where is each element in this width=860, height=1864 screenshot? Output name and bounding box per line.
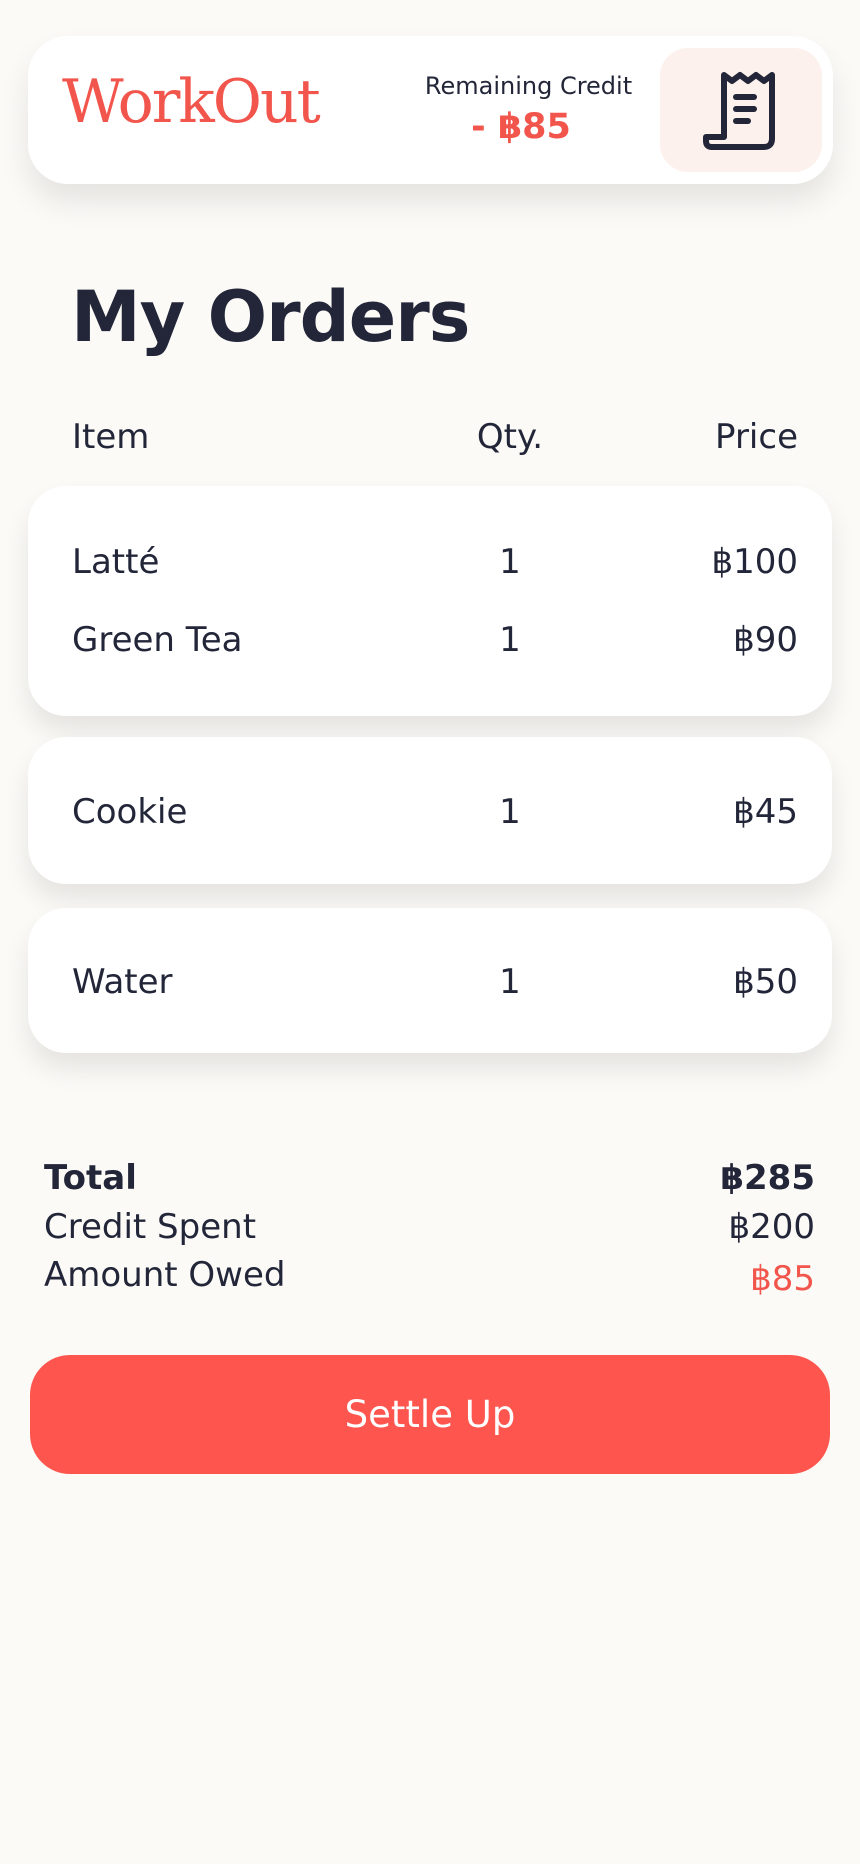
- order-card[interactable]: Cookie 1 ฿45: [28, 737, 832, 884]
- order-card[interactable]: Water 1 ฿50: [28, 908, 832, 1053]
- column-header-qty: Qty.: [476, 417, 544, 457]
- order-item-price: ฿90: [733, 620, 798, 660]
- column-header-item: Item: [72, 417, 150, 457]
- amount-owed-value: ฿85: [750, 1259, 815, 1299]
- order-item-price: ฿100: [711, 542, 798, 582]
- credit-spent-label: Credit Spent: [44, 1207, 257, 1247]
- order-card[interactable]: Latté 1 ฿100 Green Tea 1 ฿90: [28, 486, 832, 716]
- order-item-price: ฿50: [733, 962, 798, 1002]
- receipt-button[interactable]: [660, 48, 822, 172]
- order-item-name: Green Tea: [72, 620, 243, 660]
- remaining-credit-value: - ฿85: [471, 107, 571, 147]
- order-row: Cookie 1 ฿45: [28, 792, 832, 832]
- order-item-qty: 1: [499, 962, 521, 1002]
- summary-total-row: Total ฿285: [44, 1156, 815, 1200]
- receipt-icon: [703, 72, 775, 150]
- total-value: ฿285: [720, 1158, 815, 1198]
- order-item-qty: 1: [499, 542, 521, 582]
- column-header-price: Price: [715, 417, 798, 457]
- credit-spent-value: ฿200: [728, 1207, 815, 1247]
- order-item-qty: 1: [499, 620, 521, 660]
- order-item-name: Water: [72, 962, 173, 1002]
- order-item-price: ฿45: [733, 792, 798, 832]
- order-item-name: Cookie: [72, 792, 188, 832]
- summary-amount-owed-row: Amount Owed ฿85: [44, 1253, 815, 1299]
- total-label: Total: [44, 1158, 137, 1198]
- app-header: WorkOut Remaining Credit - ฿85: [28, 36, 833, 184]
- page-title: My Orders: [71, 276, 470, 358]
- settle-up-button[interactable]: Settle Up: [30, 1355, 830, 1474]
- order-item-name: Latté: [72, 542, 160, 582]
- order-row: Green Tea 1 ฿90: [28, 620, 832, 660]
- amount-owed-label: Amount Owed: [44, 1255, 286, 1295]
- order-row: Latté 1 ฿100: [28, 542, 832, 582]
- remaining-credit-label: Remaining Credit: [424, 72, 633, 100]
- order-item-qty: 1: [499, 792, 521, 832]
- summary-credit-spent-row: Credit Spent ฿200: [44, 1205, 815, 1249]
- order-row: Water 1 ฿50: [28, 962, 832, 1002]
- app-logo: WorkOut: [62, 67, 321, 137]
